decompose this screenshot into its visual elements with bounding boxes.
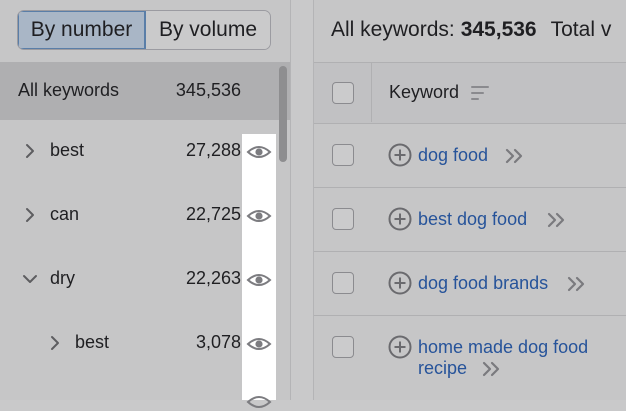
row-checkbox[interactable]: [332, 144, 354, 166]
double-chevron-icon[interactable]: [481, 361, 501, 377]
group-label: best: [75, 332, 110, 352]
group-mode-toggle: By number By volume: [17, 10, 271, 50]
summary-total-label: Total v: [550, 18, 612, 41]
group-count: 22,725: [185, 204, 241, 224]
plus-circle-icon[interactable]: [388, 335, 412, 359]
keyword-groups-panel: By number By volume All keywords 345,536…: [0, 0, 291, 408]
eye-icon[interactable]: [246, 271, 272, 289]
by-volume-button[interactable]: By volume: [146, 11, 270, 49]
all-keywords-label: All keywords: [18, 80, 120, 100]
summary-label: All keywords:: [331, 18, 455, 41]
row-checkbox[interactable]: [332, 272, 354, 294]
row-checkbox[interactable]: [332, 336, 354, 358]
plus-circle-icon[interactable]: [388, 271, 412, 295]
eye-icon[interactable]: [246, 207, 272, 225]
plus-circle-icon[interactable]: [388, 207, 412, 231]
keyword-link[interactable]: dog food: [418, 144, 488, 166]
row-checkbox[interactable]: [332, 208, 354, 230]
select-all-checkbox[interactable]: [332, 82, 354, 104]
chevron-right-icon[interactable]: [23, 206, 37, 224]
all-keywords-count: 345,536: [175, 80, 241, 100]
visibility-column-highlight: [242, 134, 276, 400]
column-divider: [371, 62, 372, 122]
plus-circle-icon[interactable]: [388, 143, 412, 167]
chevron-right-icon[interactable]: [23, 142, 37, 160]
keyword-table-panel: All keywords: 345,536 Total v Keyword dog …: [313, 0, 626, 400]
double-chevron-icon[interactable]: [566, 276, 586, 292]
group-count: 27,288: [185, 140, 241, 160]
by-number-button[interactable]: By number: [18, 11, 146, 49]
keyword-link-continued[interactable]: recipe: [418, 357, 467, 379]
chevron-down-icon[interactable]: [21, 270, 39, 288]
keywords-summary: All keywords: 345,536 Total v: [331, 18, 611, 42]
group-count: 3,078: [195, 332, 241, 352]
eye-icon[interactable]: [246, 393, 272, 411]
keyword-link[interactable]: dog food brands: [418, 272, 548, 294]
all-keywords-group[interactable]: All keywords 345,536: [0, 62, 290, 120]
double-chevron-icon[interactable]: [504, 148, 524, 164]
group-label: dry: [50, 268, 76, 288]
sort-icon[interactable]: [470, 84, 490, 102]
keyword-column-header[interactable]: Keyword: [389, 82, 459, 103]
group-label: best: [50, 140, 85, 160]
keyword-link[interactable]: home made dog food: [418, 336, 588, 358]
group-label: can: [50, 204, 80, 224]
summary-count: 345,536: [460, 18, 537, 41]
double-chevron-icon[interactable]: [546, 212, 566, 228]
group-count: 22,263: [185, 268, 241, 288]
eye-icon[interactable]: [246, 143, 272, 161]
chevron-right-icon[interactable]: [48, 334, 62, 352]
eye-icon[interactable]: [246, 335, 272, 353]
keyword-link[interactable]: best dog food: [418, 208, 527, 230]
